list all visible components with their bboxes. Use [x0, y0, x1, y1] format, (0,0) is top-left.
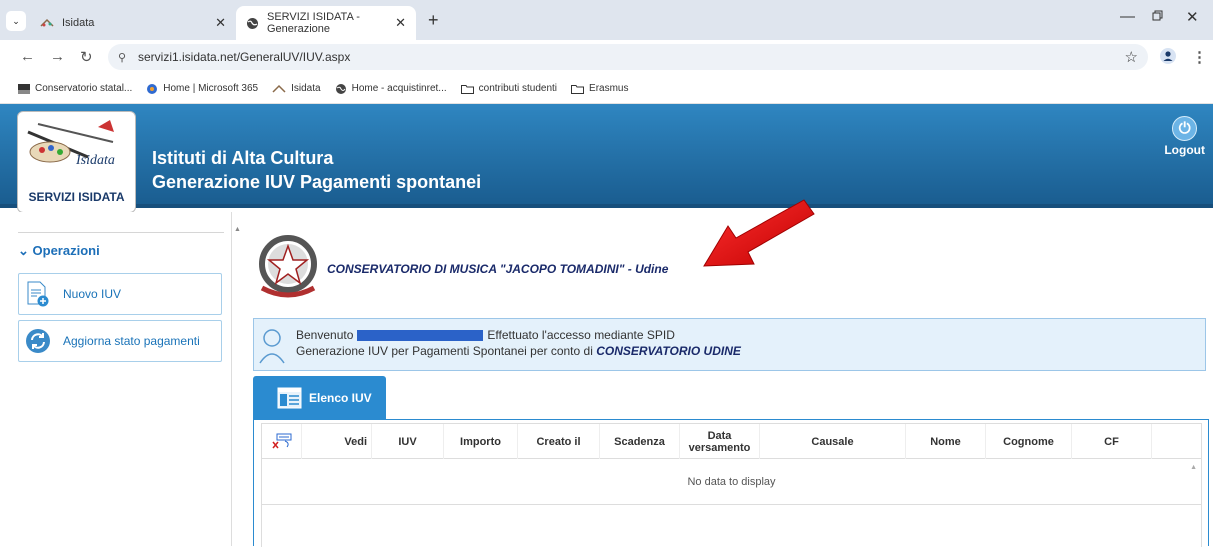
grid-divider	[262, 504, 1201, 505]
red-arrow-annotation-icon	[700, 194, 820, 276]
bookmark-label: Conservatorio statal...	[35, 83, 133, 94]
logo-label: SERVIZI ISIDATA	[28, 190, 125, 204]
grid-scroll-up-icon[interactable]: ▲	[1190, 464, 1197, 471]
page-title: Istituti di Alta Cultura Generazione IUV…	[152, 146, 481, 194]
redacted-username	[357, 329, 484, 341]
forward-icon[interactable]: →	[50, 48, 65, 65]
app-header-banner: Isidata SERVIZI ISIDATA Istituti di Alta…	[0, 104, 1213, 213]
column-header-vedi[interactable]: Vedi	[302, 424, 372, 459]
bookmark-conservatorio[interactable]: Conservatorio statal...	[18, 83, 132, 94]
iuv-grid-panel: Vedi IUV Importo Creato il Scadenza Data…	[253, 419, 1209, 547]
site-info-icon[interactable]: ⚲	[118, 51, 126, 64]
url-field[interactable]: ⚲ servizi1.isidata.net/GeneralUV/IUV.asp…	[108, 44, 1148, 70]
tab-label: Elenco IUV	[309, 390, 372, 405]
refresh-payments-label: Aggiorna stato pagamenti	[63, 334, 200, 348]
section-title: Operazioni	[32, 243, 100, 258]
access-method-text: Effettuato l'accesso mediante SPID	[487, 328, 675, 342]
column-header-scadenza[interactable]: Scadenza	[600, 424, 680, 459]
isidata-logo-artwork-icon: Isidata	[27, 120, 115, 168]
isidata-favicon-icon	[40, 16, 54, 30]
microsoft-365-icon	[146, 83, 158, 95]
bookmark-label: Isidata	[291, 83, 321, 94]
republic-emblem-icon	[254, 230, 322, 304]
bookmark-label: Home - acquistinret...	[351, 83, 447, 94]
bookmark-folder-erasmus[interactable]: Erasmus	[571, 83, 628, 94]
isidata-logo[interactable]: Isidata SERVIZI ISIDATA	[17, 111, 136, 213]
address-bar-row: ← → ↻ ⚲ servizi1.isidata.net/GeneralUV/I…	[0, 40, 1213, 74]
iuv-grid: Vedi IUV Importo Creato il Scadenza Data…	[261, 423, 1202, 547]
back-icon[interactable]: ←	[20, 48, 35, 65]
chevron-down-icon: ⌄	[18, 243, 33, 258]
grid-header: Vedi IUV Importo Creato il Scadenza Data…	[262, 424, 1201, 459]
tab-title: SERVIZI ISIDATA - Generazione	[267, 11, 360, 35]
scroll-up-icon[interactable]: ▲	[234, 226, 241, 233]
user-icon	[258, 327, 286, 365]
column-header-importo[interactable]: Importo	[444, 424, 518, 459]
new-tab-icon[interactable]: +	[428, 10, 439, 31]
empty-grid-message: No data to display	[687, 476, 776, 488]
logo-wordmark: Isidata	[75, 153, 115, 168]
tab-elenco-iuv[interactable]: Elenco IUV	[253, 376, 386, 419]
refresh-icon	[23, 326, 53, 356]
column-header-cf[interactable]: CF	[1072, 424, 1152, 459]
new-iuv-button[interactable]: Nuovo IUV	[18, 273, 222, 315]
operations-section-toggle[interactable]: ⌄ Operazioni	[18, 232, 224, 259]
browser-menu-icon[interactable]: ⋮	[1192, 48, 1207, 66]
bookmark-isidata[interactable]: Isidata	[272, 83, 321, 94]
globe-icon	[335, 83, 347, 95]
title-line-2: Generazione IUV Pagamenti spontanei	[152, 172, 482, 192]
new-iuv-label: Nuovo IUV	[63, 287, 122, 301]
folder-icon	[571, 84, 585, 94]
reload-icon[interactable]: ↻	[80, 48, 93, 66]
column-header-iuv[interactable]: IUV	[372, 424, 444, 459]
close-window-icon[interactable]: ✕	[1186, 8, 1199, 26]
minimize-icon[interactable]: —	[1120, 8, 1135, 25]
restore-icon[interactable]	[1152, 8, 1163, 25]
close-tab-icon[interactable]: ✕	[395, 15, 406, 31]
browser-tab-servizi-isidata[interactable]: SERVIZI ISIDATA - Generazione ✕	[236, 6, 416, 40]
new-document-icon	[23, 279, 53, 309]
bookmark-star-icon[interactable]: ☆	[1125, 48, 1138, 66]
welcome-line-1: Benvenuto Effettuato l'accesso mediante …	[296, 328, 675, 342]
column-header-causale[interactable]: Causale	[760, 424, 906, 459]
bookmark-label: contributi studenti	[478, 83, 558, 94]
bookmark-label: Erasmus	[589, 83, 629, 94]
sidebar: ⌄ Operazioni Nuovo IUV Aggiorna stato pa…	[0, 212, 232, 546]
title-line-1: Istituti di Alta Cultura	[152, 148, 334, 168]
close-tab-icon[interactable]: ✕	[215, 15, 226, 31]
refresh-payments-button[interactable]: Aggiorna stato pagamenti	[18, 320, 222, 362]
column-header-cognome[interactable]: Cognome	[986, 424, 1072, 459]
tab-list-chevron-icon[interactable]: ⌄	[6, 11, 26, 31]
column-chooser-icon[interactable]	[262, 424, 302, 459]
isidata-favicon-icon	[272, 84, 286, 94]
column-header-nome[interactable]: Nome	[906, 424, 986, 459]
globe-icon	[246, 16, 259, 30]
bookmark-microsoft-365[interactable]: Home | Microsoft 365	[146, 83, 258, 95]
url-text: servizi1.isidata.net/GeneralUV/IUV.aspx	[138, 50, 351, 64]
welcome-prefix: Benvenuto	[296, 328, 354, 342]
welcome-line-2-prefix: Generazione IUV per Pagamenti Spontanei …	[296, 344, 593, 358]
entity-name: CONSERVATORIO UDINE	[596, 344, 741, 358]
list-window-icon	[277, 386, 302, 410]
welcome-panel: Benvenuto Effettuato l'accesso mediante …	[253, 318, 1206, 371]
tab-title: Isidata	[62, 17, 95, 29]
column-header-data-versamento[interactable]: Data versamento	[680, 424, 760, 459]
logout-button[interactable]: ⏻ Logout	[1164, 116, 1205, 157]
folder-icon	[460, 84, 474, 94]
welcome-line-2: Generazione IUV per Pagamenti Spontanei …	[296, 344, 741, 358]
bookmark-folder-contributi[interactable]: contributi studenti	[460, 83, 558, 94]
bookmark-label: Home | Microsoft 365	[163, 83, 259, 94]
browser-tab-isidata[interactable]: Isidata ✕	[30, 6, 236, 40]
profile-icon[interactable]	[1160, 48, 1176, 68]
institution-name: CONSERVATORIO DI MUSICA "JACOPO TOMADINI…	[327, 262, 669, 276]
power-icon: ⏻	[1172, 116, 1198, 141]
column-header-spacer	[1152, 424, 1190, 459]
column-header-creato-il[interactable]: Creato il	[518, 424, 600, 459]
bookmark-acquistinrete[interactable]: Home - acquistinret...	[335, 83, 447, 95]
logout-label: Logout	[1164, 143, 1205, 157]
browser-tab-bar: ⌄ Isidata ✕ SERVIZI ISIDATA - Generazion…	[0, 0, 1213, 40]
bookmarks-bar: Conservatorio statal... Home | Microsoft…	[0, 74, 1213, 104]
conservatorio-favicon-icon	[18, 83, 30, 94]
